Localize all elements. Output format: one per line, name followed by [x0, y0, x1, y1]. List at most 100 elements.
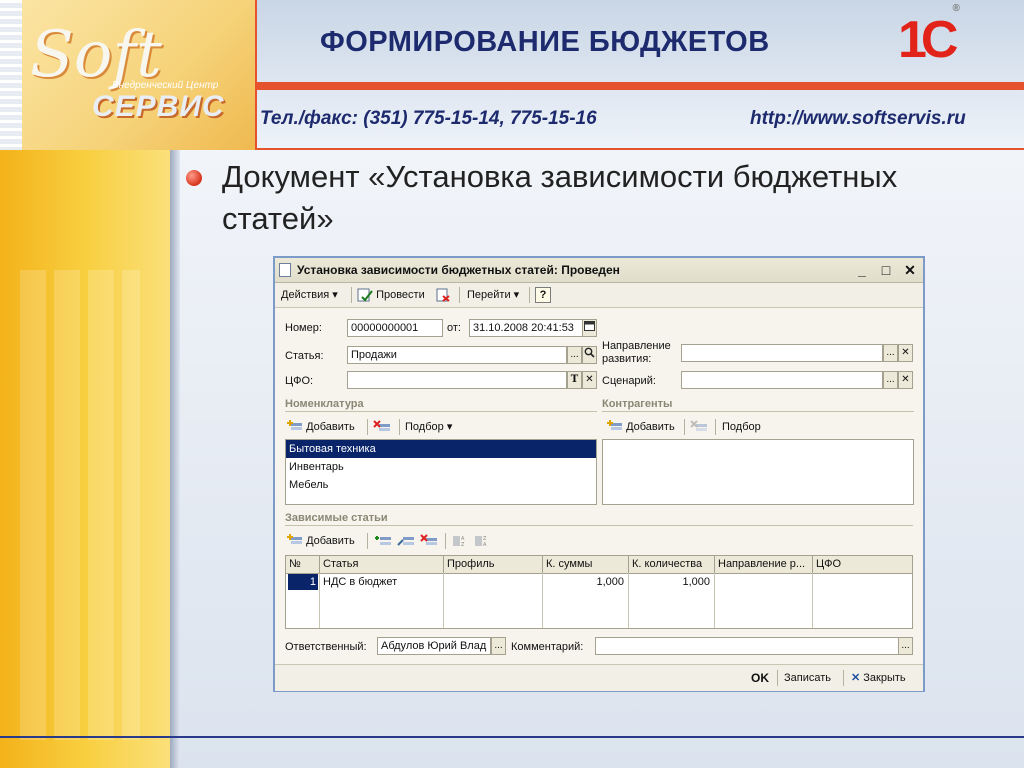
scenario-select-button[interactable]: ...	[883, 371, 898, 389]
column-header[interactable]: К. суммы	[543, 556, 629, 573]
close-button[interactable]: ✕ Закрыть	[851, 670, 906, 686]
article-label: Статья:	[285, 350, 324, 362]
post-button[interactable]: Провести	[357, 287, 425, 303]
contractors-delete-button[interactable]	[690, 419, 708, 435]
help-button[interactable]: ?	[535, 287, 551, 303]
column-header[interactable]: Профиль	[444, 556, 543, 573]
window-title: Установка зависимости бюджетных статей: …	[297, 263, 620, 277]
document-icon	[279, 263, 291, 277]
article-cell[interactable]: НДС в бюджет	[323, 574, 441, 590]
responsible-label: Ответственный:	[285, 641, 367, 653]
svg-text:Z: Z	[461, 542, 465, 548]
nomenclature-pick-button[interactable]: Подбор ▾	[405, 419, 452, 435]
direction-field[interactable]	[681, 344, 883, 362]
goto-menu[interactable]: Перейти ▾	[467, 287, 519, 303]
sort-asc-button[interactable]: AZ	[452, 533, 468, 549]
direction-clear-button[interactable]: ✕	[898, 344, 913, 362]
number-field[interactable]: 00000000001	[347, 319, 443, 337]
ok-button[interactable]: OK	[751, 670, 769, 686]
scenario-label: Сценарий:	[602, 375, 656, 387]
row-number-cell[interactable]: 1	[288, 574, 318, 590]
main-toolbar: Действия ▾ Провести Перейти ▾ ?	[275, 283, 923, 308]
date-field[interactable]: 31.10.2008 20:41:53	[469, 319, 583, 337]
header-accent-line	[250, 82, 1024, 90]
post-document-icon	[357, 288, 373, 302]
list-item[interactable]: Бытовая техника	[286, 440, 596, 458]
cfo-label: ЦФО:	[285, 375, 314, 387]
toolbar-separator	[399, 419, 400, 435]
sort-desc-button[interactable]: ZA	[474, 533, 490, 549]
cfo-field[interactable]	[347, 371, 567, 389]
comment-field[interactable]	[595, 637, 899, 655]
toolbar-separator	[351, 287, 352, 303]
scenario-clear-button[interactable]: ✕	[898, 371, 913, 389]
contractors-add-button[interactable]: Добавить	[607, 419, 675, 435]
copy-row-button[interactable]	[374, 533, 392, 549]
save-button[interactable]: Записать	[784, 670, 831, 686]
contact-phone: Тел./факс: (351) 775-15-14, 775-15-16	[260, 108, 597, 129]
contractors-section-title: Контрагенты	[602, 398, 673, 410]
article-open-button[interactable]	[582, 346, 597, 364]
delete-row-button[interactable]	[420, 533, 438, 549]
column-header[interactable]: К. количества	[629, 556, 715, 573]
section-divider	[285, 411, 597, 412]
cfo-type-button[interactable]: T	[567, 371, 582, 389]
toolbar-separator	[367, 533, 368, 549]
article-select-button[interactable]: ...	[567, 346, 582, 364]
cfo-clear-button[interactable]: ✕	[582, 371, 597, 389]
column-divider	[443, 573, 444, 628]
window-titlebar: Установка зависимости бюджетных статей: …	[275, 258, 923, 283]
footer-separator	[843, 670, 844, 686]
bottom-rule	[0, 736, 1024, 738]
list-item[interactable]: Инвентарь	[286, 458, 596, 476]
bullet-text: Документ «Установка зависимости бюджетны…	[222, 159, 898, 236]
nomenclature-list[interactable]: Бытовая техника Инвентарь Мебель	[285, 439, 597, 505]
column-header[interactable]: №	[286, 556, 320, 573]
dependent-articles-table: № Статья Профиль К. суммы К. количества …	[285, 555, 913, 629]
add-row-icon	[607, 420, 622, 431]
sort-ascending-icon: AZ	[453, 536, 465, 548]
svg-text:A: A	[483, 542, 487, 548]
k-sum-cell[interactable]: 1,000	[545, 574, 626, 590]
contractors-list[interactable]	[602, 439, 914, 505]
column-header[interactable]: Статья	[320, 556, 444, 573]
profile-cell[interactable]	[446, 574, 540, 590]
close-window-button[interactable]: ✕	[901, 261, 919, 279]
dependent-section-title: Зависимые статьи	[285, 512, 388, 524]
cfo-cell[interactable]	[815, 574, 909, 590]
nomenclature-delete-button[interactable]	[373, 419, 391, 435]
responsible-select-button[interactable]: ...	[491, 637, 506, 655]
scenario-field[interactable]	[681, 371, 883, 389]
document-window: Установка зависимости бюджетных статей: …	[273, 256, 925, 692]
search-icon	[584, 347, 595, 358]
contractors-pick-button[interactable]: Подбор	[722, 419, 761, 435]
nomenclature-add-button[interactable]: Добавить	[287, 419, 355, 435]
column-header[interactable]: Направление р...	[715, 556, 813, 573]
add-row-icon	[287, 534, 302, 545]
column-header[interactable]: ЦФО	[813, 556, 912, 573]
direction-cell[interactable]	[717, 574, 810, 590]
footer-separator	[777, 670, 778, 686]
dependent-add-button[interactable]: Добавить	[287, 533, 355, 549]
column-divider	[812, 573, 813, 628]
logo-stripes	[0, 0, 22, 150]
edit-row-button[interactable]	[397, 533, 415, 549]
maximize-button[interactable]: □	[877, 261, 895, 279]
calendar-button[interactable]	[582, 319, 597, 337]
article-field[interactable]: Продажи	[347, 346, 567, 364]
direction-select-button[interactable]: ...	[883, 344, 898, 362]
minimize-button[interactable]: _	[853, 261, 871, 279]
responsible-field[interactable]: Абдулов Юрий Влад	[377, 637, 491, 655]
column-divider	[714, 573, 715, 628]
print-post-button[interactable]	[435, 287, 451, 303]
comment-select-button[interactable]: ...	[898, 637, 913, 655]
k-qty-cell[interactable]: 1,000	[631, 574, 712, 590]
chevron-down-icon: ▾	[332, 289, 338, 301]
registered-mark: ®	[952, 2, 962, 14]
calendar-icon	[584, 321, 595, 331]
list-item[interactable]: Мебель	[286, 476, 596, 494]
left-decoration-pattern	[20, 270, 140, 740]
actions-menu[interactable]: Действия ▾	[281, 287, 338, 303]
post-button-label: Провести	[376, 289, 425, 301]
delete-row-icon	[373, 420, 390, 432]
